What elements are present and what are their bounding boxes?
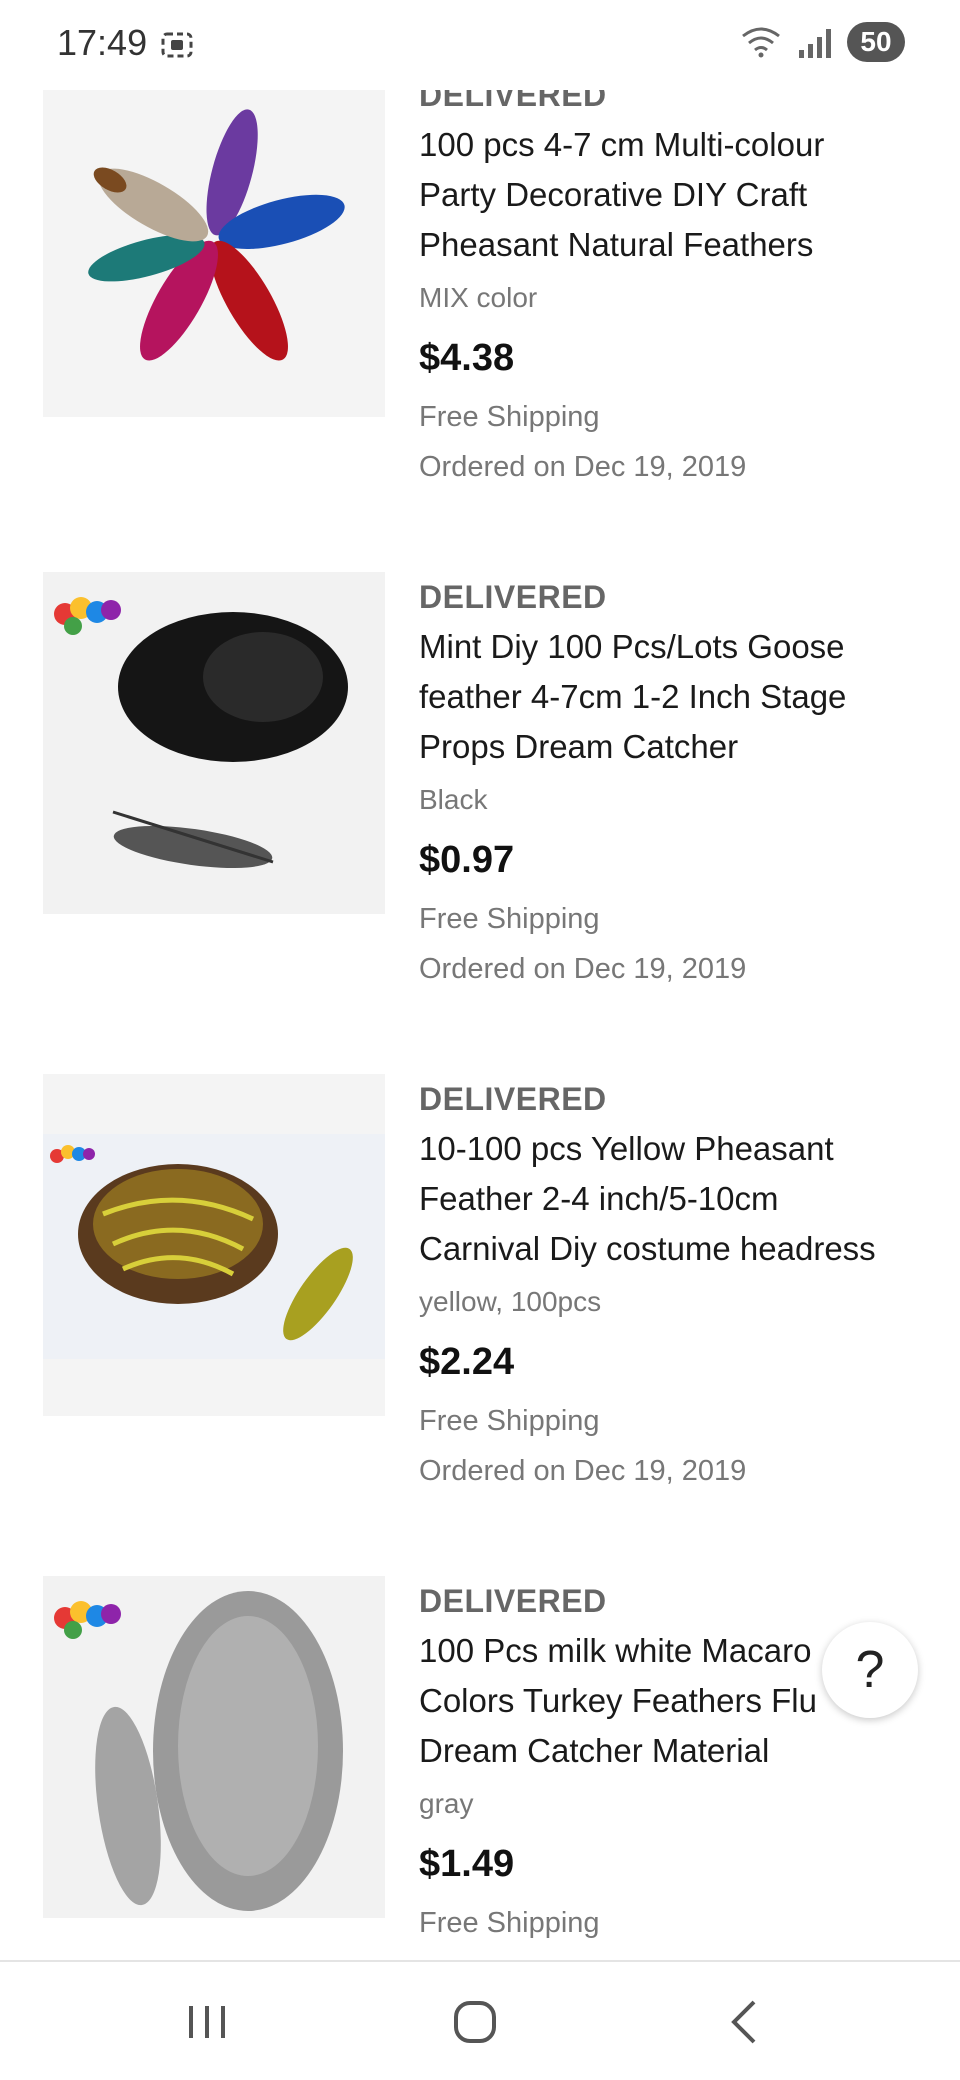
help-button[interactable]: ? <box>822 1622 918 1718</box>
product-title-line[interactable]: 10-100 pcs Yellow Pheasant <box>419 1124 919 1174</box>
order-date: Ordered on Dec 19, 2019 <box>419 953 747 985</box>
product-title-line[interactable]: Props Dream Catcher <box>419 722 919 772</box>
shipping-info: Free Shipping <box>419 401 600 433</box>
product-title-line[interactable]: 100 pcs 4-7 cm Multi-colour <box>419 120 919 170</box>
order-item[interactable]: DELIVERED 100 pcs 4-7 cm Multi-colour Pa… <box>0 70 960 570</box>
product-price: $0.97 <box>419 839 515 881</box>
navigation-bar <box>0 1960 960 2080</box>
product-price: $2.24 <box>419 1341 515 1383</box>
back-button[interactable] <box>716 1992 776 2052</box>
product-title-line[interactable]: Dream Catcher Material <box>419 1726 919 1776</box>
order-date: Ordered on Dec 19, 2019 <box>419 1948 919 1960</box>
product-price: $1.49 <box>419 1843 515 1885</box>
product-variant: Black <box>419 784 488 815</box>
product-title-line[interactable]: Party Decorative DIY Craft <box>419 170 919 220</box>
screen-recorder-icon <box>160 28 194 62</box>
wifi-icon <box>739 24 783 60</box>
signal-icon <box>793 24 837 60</box>
battery-indicator: 50 <box>847 22 905 62</box>
order-status: DELIVERED <box>419 1583 607 1619</box>
product-title-line[interactable]: feather 4-7cm 1-2 Inch Stage <box>419 672 919 722</box>
product-title-line[interactable]: Mint Diy 100 Pcs/Lots Goose <box>419 622 919 672</box>
product-title-line[interactable]: Carnival Diy costume headress <box>419 1224 919 1274</box>
product-image[interactable] <box>43 1576 385 1918</box>
order-item[interactable]: DELIVERED 100 Pcs milk white Macaro Colo… <box>0 1576 960 1960</box>
product-image[interactable] <box>43 75 385 417</box>
shipping-info: Free Shipping <box>419 1907 600 1939</box>
product-title-line[interactable]: Pheasant Natural Feathers <box>419 220 919 270</box>
orders-list: DELIVERED 100 pcs 4-7 cm Multi-colour Pa… <box>0 0 960 1960</box>
home-button[interactable] <box>445 1992 505 2052</box>
product-price: $4.38 <box>419 337 515 379</box>
order-info: DELIVERED 100 pcs 4-7 cm Multi-colour Pa… <box>419 70 919 492</box>
status-bar: 17:49 50 <box>0 0 960 90</box>
recent-apps-button[interactable] <box>177 1992 237 2052</box>
shipping-info: Free Shipping <box>419 903 600 935</box>
shipping-info: Free Shipping <box>419 1405 600 1437</box>
order-info: DELIVERED Mint Diy 100 Pcs/Lots Goose fe… <box>419 572 919 994</box>
product-variant: MIX color <box>419 282 538 313</box>
order-status: DELIVERED <box>419 579 607 615</box>
product-variant: gray <box>419 1788 474 1819</box>
order-item[interactable]: DELIVERED Mint Diy 100 Pcs/Lots Goose fe… <box>0 572 960 1072</box>
back-icon <box>731 2000 756 2044</box>
recent-apps-icon <box>189 2006 225 2038</box>
home-icon <box>454 2001 496 2043</box>
order-date: Ordered on Dec 19, 2019 <box>419 1455 747 1487</box>
order-date: Ordered on Dec 19, 2019 <box>419 451 747 483</box>
order-status: DELIVERED <box>419 1081 607 1117</box>
product-image[interactable] <box>43 572 385 914</box>
product-title-line[interactable]: Feather 2-4 inch/5-10cm <box>419 1174 919 1224</box>
product-image[interactable] <box>43 1074 385 1416</box>
product-variant: yellow, 100pcs <box>419 1286 602 1317</box>
order-info: DELIVERED 10-100 pcs Yellow Pheasant Fea… <box>419 1074 919 1496</box>
status-time: 17:49 <box>57 22 148 63</box>
order-item[interactable]: DELIVERED 10-100 pcs Yellow Pheasant Fea… <box>0 1074 960 1574</box>
